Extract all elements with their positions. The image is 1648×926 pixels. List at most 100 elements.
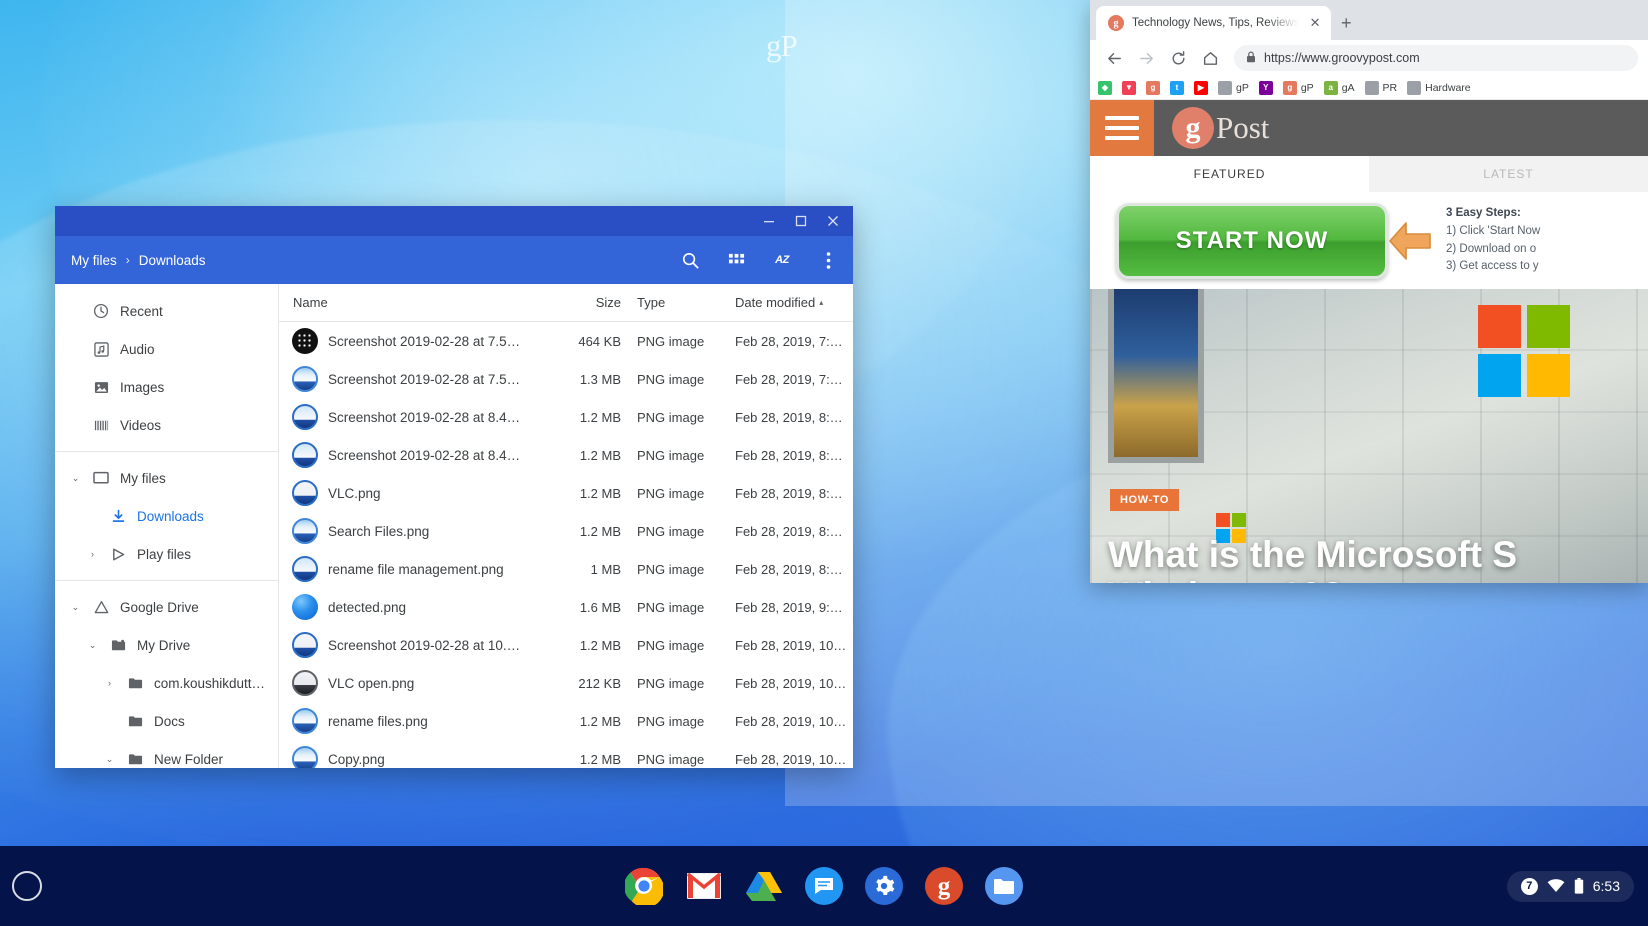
sidebar-item-com-koushikdutt[interactable]: › com.koushikdutt…	[55, 664, 278, 702]
sidebar-item-audio[interactable]: Audio	[55, 330, 278, 368]
browser-tab[interactable]: g Technology News, Tips, Reviews ✕	[1096, 6, 1331, 40]
bookmark-item[interactable]: gP	[1218, 80, 1249, 95]
sidebar-item-new-folder[interactable]: ⌄ New Folder	[55, 740, 278, 768]
ad-banner[interactable]: START NOW 3 Easy Steps: 1) Click 'Start …	[1090, 192, 1648, 289]
bookmark-item[interactable]: PR	[1364, 80, 1397, 95]
files-app-icon[interactable]	[985, 867, 1023, 905]
chevron-right-icon[interactable]: ›	[86, 549, 99, 559]
system-tray[interactable]: 7 6:53	[1506, 870, 1634, 902]
notification-count-badge[interactable]: 7	[1520, 877, 1538, 895]
table-row[interactable]: Screenshot 2019-02-28 at 10.… 1.2 MB PNG i…	[279, 626, 853, 664]
column-header-size[interactable]: Size	[543, 295, 629, 310]
chevron-down-icon[interactable]: ⌄	[69, 602, 82, 613]
sidebar-item-my-files[interactable]: ⌄ My files	[55, 459, 278, 497]
files-list[interactable]: Name Size Type Date modified ▴ Screensho…	[279, 284, 853, 768]
site-tab-featured[interactable]: FEATURED	[1090, 156, 1369, 192]
table-row[interactable]: Screenshot 2019-02-28 at 8.4… 1.2 MB PNG i…	[279, 436, 853, 474]
hero-category-badge[interactable]: HOW-TO	[1110, 489, 1180, 511]
files-titlebar[interactable]	[55, 206, 853, 236]
bookmark-item[interactable]: ◆	[1098, 80, 1112, 95]
chrome-app-icon[interactable]	[625, 867, 663, 905]
bookmark-item[interactable]: ▼	[1122, 80, 1136, 95]
bookmarks-bar[interactable]: ◆ ▼ g t ▶ gP Yg gP a gA PR Hardware	[1090, 76, 1648, 100]
table-row[interactable]: Search Files.png 1.2 MB PNG image Feb 28, 2…	[279, 512, 853, 550]
table-row[interactable]: detected.png 1.6 MB PNG image Feb 28, 2019,…	[279, 588, 853, 626]
table-row[interactable]: Copy.png 1.2 MB PNG image Feb 28, 2019, 10…	[279, 740, 853, 768]
chrome-toolbar: https://www.groovypost.com	[1090, 40, 1648, 76]
tab-close-icon[interactable]: ✕	[1307, 15, 1323, 31]
breadcrumb-root[interactable]: My files	[71, 253, 117, 268]
table-row[interactable]: rename files.png 1.2 MB PNG image Feb 28, 2…	[279, 702, 853, 740]
files-app-window[interactable]: My files › Downloads AZ Recent Audio Ima…	[55, 206, 853, 768]
sidebar-divider	[55, 580, 278, 581]
bookmark-item[interactable]: t	[1170, 80, 1184, 95]
file-name: rename file management.png	[328, 561, 504, 577]
gmail-app-icon[interactable]	[685, 867, 723, 905]
breadcrumb[interactable]: My files › Downloads	[71, 253, 206, 268]
messages-app-icon[interactable]	[805, 867, 843, 905]
site-logo[interactable]: g Post	[1172, 107, 1269, 149]
sidebar-item-downloads[interactable]: Downloads	[55, 497, 278, 535]
bookmark-item[interactable]: Y	[1258, 80, 1273, 95]
sidebar-item-google-drive[interactable]: ⌄ Google Drive	[55, 588, 278, 626]
chevron-right-icon[interactable]: ›	[103, 678, 116, 688]
sidebar-item-recent[interactable]: Recent	[55, 292, 278, 330]
myfiles-icon	[92, 470, 110, 486]
table-row[interactable]: rename file management.png 1 MB PNG image F…	[279, 550, 853, 588]
hamburger-menu-icon[interactable]	[1090, 100, 1154, 156]
hero-title-line1[interactable]: What is the Microsoft S	[1108, 534, 1517, 577]
sort-az-button[interactable]: AZ	[771, 249, 793, 271]
hero-article[interactable]: HOW-TO What is the Microsoft S Windows 1…	[1090, 289, 1648, 583]
google-drive-app-icon[interactable]	[745, 867, 783, 905]
settings-app-icon[interactable]	[865, 867, 903, 905]
bookmark-item[interactable]: Hardware	[1407, 80, 1471, 95]
site-tabs[interactable]: FEATURED LATEST	[1090, 156, 1648, 192]
minimize-icon[interactable]	[753, 206, 785, 236]
forward-icon[interactable]	[1132, 44, 1160, 72]
chevron-down-icon[interactable]: ⌄	[86, 640, 99, 651]
address-bar[interactable]: https://www.groovypost.com	[1234, 45, 1638, 71]
file-size: 1.3 MB	[579, 371, 621, 387]
chromeos-shelf[interactable]: g 7 6:53	[0, 846, 1648, 926]
table-row[interactable]: Screenshot 2019-02-28 at 7.5… 464 KB PNG i…	[279, 322, 853, 360]
site-tab-latest[interactable]: LATEST	[1369, 156, 1648, 192]
more-vertical-icon[interactable]	[817, 249, 839, 271]
chevron-down-icon[interactable]: ⌄	[103, 754, 116, 765]
column-header-type[interactable]: Type	[629, 295, 725, 310]
start-now-button[interactable]: START NOW	[1116, 202, 1388, 279]
column-header-name[interactable]: Name	[279, 295, 543, 310]
files-sidebar[interactable]: Recent Audio Images Videos ⌄ My files Download…	[55, 284, 279, 768]
table-row[interactable]: VLC.png 1.2 MB PNG image Feb 28, 2019, 8:…	[279, 474, 853, 512]
bookmark-item[interactable]: g	[1146, 80, 1160, 95]
new-tab-button[interactable]: +	[1341, 14, 1352, 32]
sidebar-item-docs[interactable]: Docs	[55, 702, 278, 740]
bookmark-item[interactable]: g gP	[1282, 80, 1314, 95]
table-row[interactable]: Screenshot 2019-02-28 at 7.5… 1.3 MB PNG i…	[279, 360, 853, 398]
chevron-down-icon[interactable]: ⌄	[69, 473, 82, 484]
sidebar-item-play-files[interactable]: › Play files	[55, 535, 278, 573]
sidebar-item-images[interactable]: Images	[55, 368, 278, 406]
hero-title-line2[interactable]: Windows 10?	[1108, 575, 1344, 583]
column-header-date[interactable]: Date modified ▴	[725, 295, 853, 310]
maximize-icon[interactable]	[785, 206, 817, 236]
file-size: 1.2 MB	[579, 713, 621, 729]
reload-icon[interactable]	[1164, 44, 1192, 72]
home-icon[interactable]	[1196, 44, 1224, 72]
chrome-browser-window[interactable]: g Technology News, Tips, Reviews ✕ + htt…	[1090, 0, 1648, 583]
back-icon[interactable]	[1100, 44, 1128, 72]
bookmark-item[interactable]: a gA	[1323, 80, 1355, 95]
breadcrumb-current[interactable]: Downloads	[139, 253, 206, 268]
table-row[interactable]: VLC open.png 212 KB PNG image Feb 28, 2019,…	[279, 664, 853, 702]
table-row[interactable]: Screenshot 2019-02-28 at 8.4… 1.2 MB PNG i…	[279, 398, 853, 436]
battery-icon[interactable]	[1574, 878, 1584, 894]
grid-view-icon[interactable]	[725, 249, 747, 271]
wifi-icon[interactable]	[1547, 879, 1565, 893]
groovypost-app-icon[interactable]: g	[925, 867, 963, 905]
sidebar-item-videos[interactable]: Videos	[55, 406, 278, 444]
search-icon[interactable]	[679, 249, 701, 271]
bookmark-item[interactable]: ▶	[1194, 80, 1208, 95]
website-content[interactable]: g Post FEATURED LATEST START NOW 3 Easy …	[1090, 100, 1648, 583]
clock[interactable]: 6:53	[1593, 878, 1620, 894]
sidebar-item-my-drive[interactable]: ⌄ My Drive	[55, 626, 278, 664]
close-icon[interactable]	[817, 206, 849, 236]
